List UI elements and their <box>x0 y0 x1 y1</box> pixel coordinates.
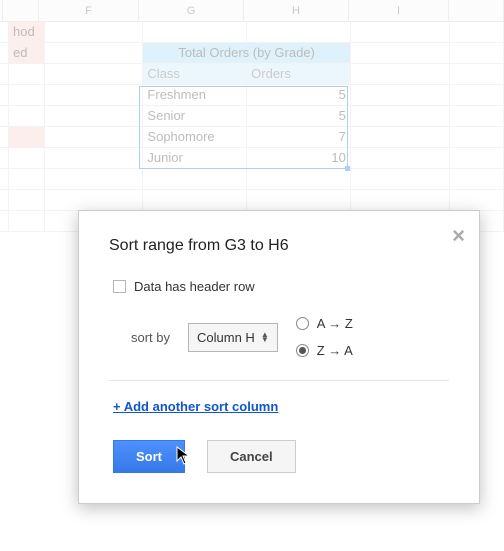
sort-column-value: Column H <box>197 330 255 345</box>
table-title[interactable]: Total Orders (by Grade) <box>143 43 350 64</box>
column-headers: F G H I <box>0 0 504 22</box>
table-row[interactable]: 10 <box>247 148 351 169</box>
cell[interactable] <box>0 22 9 43</box>
cell[interactable] <box>450 190 504 211</box>
cell[interactable] <box>9 211 45 232</box>
cell[interactable] <box>0 127 9 148</box>
cell[interactable] <box>0 85 9 106</box>
table-row[interactable]: Junior <box>143 148 247 169</box>
cell[interactable] <box>0 64 9 85</box>
cell[interactable] <box>9 148 45 169</box>
radio-icon <box>296 317 309 330</box>
add-sort-column-link[interactable]: + Add another sort column <box>113 399 278 414</box>
cell[interactable] <box>45 85 144 106</box>
table-header-class[interactable]: Class <box>143 64 247 85</box>
cell[interactable] <box>247 22 351 43</box>
cell[interactable]: ed <box>9 43 45 64</box>
sort-range-dialog: × Sort range from G3 to H6 Data has head… <box>78 210 480 504</box>
cell[interactable] <box>0 106 9 127</box>
col-j[interactable] <box>449 0 504 21</box>
checkbox-label: Data has header row <box>134 279 255 294</box>
cell[interactable] <box>351 64 450 85</box>
cell[interactable] <box>45 148 144 169</box>
table-row[interactable]: Freshmen <box>143 85 247 106</box>
col-g[interactable]: G <box>139 0 244 21</box>
cell[interactable] <box>450 127 504 148</box>
cell[interactable] <box>9 127 45 148</box>
grid-rows: hod ed Total Orders (by Grade) Class Ord… <box>0 22 504 232</box>
cancel-button[interactable]: Cancel <box>207 440 296 473</box>
col-i[interactable]: I <box>349 0 449 21</box>
cell[interactable] <box>9 190 45 211</box>
cell[interactable] <box>9 85 45 106</box>
cell[interactable] <box>247 190 351 211</box>
cell[interactable] <box>45 190 144 211</box>
cell[interactable] <box>45 22 144 43</box>
cell[interactable] <box>247 169 351 190</box>
divider <box>109 380 449 381</box>
table-row[interactable]: Sophomore <box>143 127 247 148</box>
cell[interactable] <box>45 64 144 85</box>
header-row-checkbox[interactable]: Data has header row <box>113 279 449 294</box>
close-icon[interactable]: × <box>452 225 465 247</box>
cell[interactable] <box>351 106 450 127</box>
cell[interactable] <box>9 106 45 127</box>
cell[interactable] <box>0 148 9 169</box>
cell[interactable] <box>0 43 9 64</box>
cell[interactable] <box>9 64 45 85</box>
cell[interactable] <box>143 22 247 43</box>
checkbox-icon <box>113 280 126 293</box>
cell[interactable] <box>351 127 450 148</box>
table-row[interactable]: 5 <box>247 106 351 127</box>
cell[interactable] <box>45 169 144 190</box>
cell[interactable] <box>45 127 144 148</box>
cell[interactable] <box>450 106 504 127</box>
sort-za-radio[interactable]: Z → A <box>296 343 353 358</box>
spreadsheet-grid: F G H I hod ed Total Orders (by Grade) <box>0 0 504 232</box>
cell[interactable] <box>351 148 450 169</box>
col-e[interactable] <box>3 0 39 21</box>
radio-label: Z → A <box>317 343 353 358</box>
sort-column-select[interactable]: Column H ▲▼ <box>188 323 278 352</box>
cell[interactable] <box>450 22 504 43</box>
sort-az-radio[interactable]: A → Z <box>296 316 353 331</box>
col-f[interactable]: F <box>39 0 139 21</box>
cell[interactable] <box>143 169 247 190</box>
table-row[interactable]: 7 <box>247 127 351 148</box>
radio-label: A → Z <box>317 316 353 331</box>
cell[interactable] <box>0 169 9 190</box>
table-row[interactable]: Senior <box>143 106 247 127</box>
cell[interactable] <box>143 190 247 211</box>
cell[interactable] <box>0 190 9 211</box>
cell[interactable] <box>450 169 504 190</box>
cell[interactable] <box>450 43 504 64</box>
cell[interactable] <box>351 85 450 106</box>
cell[interactable] <box>351 169 450 190</box>
updown-icon: ▲▼ <box>261 332 269 342</box>
cell[interactable] <box>351 190 450 211</box>
col-h[interactable]: H <box>244 0 349 21</box>
radio-icon <box>296 344 309 357</box>
cell[interactable] <box>45 43 144 64</box>
cell[interactable] <box>450 85 504 106</box>
table-header-orders[interactable]: Orders <box>247 64 351 85</box>
cell[interactable] <box>351 43 450 64</box>
cell[interactable] <box>45 106 144 127</box>
dialog-title: Sort range from G3 to H6 <box>109 237 449 255</box>
sort-button[interactable]: Sort <box>113 440 185 473</box>
sort-by-label: sort by <box>131 330 170 345</box>
cell[interactable] <box>0 211 9 232</box>
cell[interactable] <box>9 169 45 190</box>
cell[interactable] <box>450 148 504 169</box>
cell[interactable]: hod <box>9 22 45 43</box>
cell[interactable] <box>450 64 504 85</box>
table-row[interactable]: 5 <box>247 85 351 106</box>
cell[interactable] <box>351 22 450 43</box>
